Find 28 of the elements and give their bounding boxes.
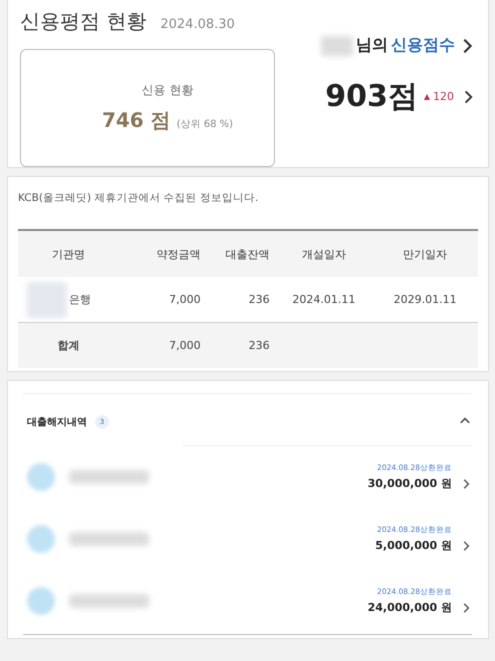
- column-header: 개설일자: [276, 230, 372, 277]
- amount-text: 5,000,000 원: [375, 538, 452, 553]
- date-text: 2024.08.30: [160, 17, 235, 32]
- avatar-icon: [27, 587, 55, 615]
- column-header: 만기일자: [372, 230, 478, 277]
- blurred-patch: [321, 36, 353, 56]
- column-header: 기관명: [18, 230, 120, 277]
- table-cell: 236: [206, 322, 276, 368]
- percentile-text: (상위 68 %): [176, 118, 234, 131]
- big-score: 903점: [325, 78, 418, 116]
- score-text: 746 점: [102, 107, 171, 134]
- score-change: ▲ 120: [424, 90, 454, 103]
- table-cell: 합계: [18, 322, 120, 368]
- table-cell: 7,000: [119, 322, 207, 368]
- blurred-patch: [27, 282, 67, 318]
- section-title: 대출해지내역: [27, 416, 87, 428]
- card-title: 신용평점 현황: [20, 8, 146, 35]
- status-label: 신용 현황: [142, 82, 194, 99]
- column-header: 대출잔액: [206, 230, 276, 277]
- credit-score-link[interactable]: 신용점수: [391, 35, 455, 56]
- column-header: 약정금액: [119, 230, 207, 277]
- amount-text: 30,000,000 원: [368, 476, 452, 491]
- name-suffix: 님의: [356, 35, 388, 56]
- avatar-icon: [27, 525, 55, 553]
- bank-name: 은행: [69, 292, 91, 307]
- avatar-icon: [27, 463, 55, 491]
- notice-text: KCB(올크레딧) 제휴기관에서 수집된 정보입니다.: [18, 191, 260, 205]
- amount-text: 24,000,000 원: [368, 600, 452, 615]
